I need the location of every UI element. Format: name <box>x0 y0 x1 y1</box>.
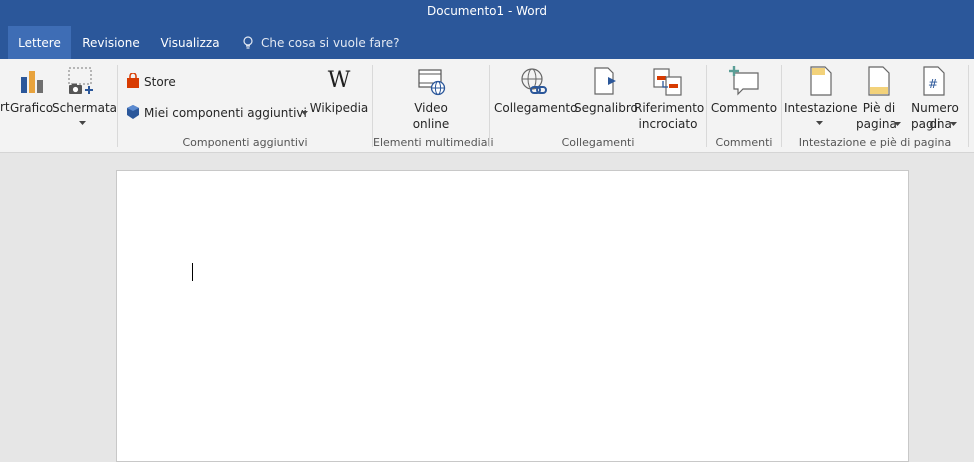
numero-di-pagina-label-2: pagina <box>911 117 952 131</box>
commento-label: Commento <box>710 101 778 115</box>
media-group-label: Elementi multimediali <box>373 136 494 149</box>
intestazione-button[interactable]: Intestazione <box>784 65 858 135</box>
riferimento-label-1: Riferimento <box>634 101 705 115</box>
group-separator <box>781 65 782 147</box>
comments-group-label: Commenti <box>715 136 773 149</box>
ribbon-tabs: Lettere Revisione Visualizza Che cosa si… <box>0 26 974 59</box>
riferimento-label-2: incrociato <box>638 117 698 131</box>
group-separator <box>372 65 373 147</box>
tab-lettere[interactable]: Lettere <box>8 26 71 59</box>
cross-reference-icon <box>653 68 682 96</box>
segnalibro-label: Segnalibro <box>574 101 638 115</box>
store-button[interactable]: Store <box>124 72 184 92</box>
lightbulb-icon <box>243 36 253 49</box>
online-video-icon <box>418 69 446 96</box>
footer-icon <box>868 66 890 96</box>
links-group-label: Collegamenti <box>561 136 635 149</box>
addins-cube-icon <box>127 105 139 119</box>
title-bar: Documento1 - Word <box>0 0 974 26</box>
bookmark-icon <box>594 67 616 95</box>
tell-me-search[interactable]: Che cosa si vuole fare? <box>242 26 400 59</box>
window-title: Documento1 - Word <box>427 4 547 18</box>
chart-icon <box>21 71 43 93</box>
svg-text:#: # <box>928 77 938 91</box>
store-label: Store <box>144 75 176 89</box>
hyperlink-icon <box>521 68 547 94</box>
screenshot-icon <box>68 67 93 94</box>
chevron-down-icon <box>79 121 86 125</box>
svg-text:W: W <box>328 68 351 90</box>
collegamento-button[interactable]: Collegamento <box>494 65 578 125</box>
schermata-button[interactable]: Schermata <box>52 65 118 135</box>
document-page[interactable] <box>116 170 909 462</box>
tell-me-placeholder: Che cosa si vuole fare? <box>261 36 400 50</box>
chevron-down-icon <box>894 122 901 126</box>
partial-command-label[interactable]: rt <box>0 100 10 114</box>
my-addins-button[interactable]: Miei componenti aggiuntivi <box>124 103 312 123</box>
my-addins-label: Miei componenti aggiuntivi <box>144 106 307 120</box>
wikipedia-button[interactable]: W Wikipedia <box>308 65 370 125</box>
intestazione-label: Intestazione <box>784 101 858 115</box>
wikipedia-icon: W <box>328 68 351 90</box>
pie-di-pagina-button[interactable]: Piè di pagina <box>854 65 904 135</box>
schermata-label: Schermata <box>52 101 118 115</box>
group-separator <box>968 65 969 147</box>
chevron-down-icon <box>816 121 823 125</box>
grafico-label: Grafico <box>10 101 54 115</box>
text-cursor <box>192 263 193 281</box>
ribbon: rt Grafico Schermata Store Miei componen… <box>0 59 974 153</box>
pie-di-pagina-label-1: Piè di <box>862 101 896 115</box>
chevron-down-icon <box>950 122 957 126</box>
group-separator <box>706 65 707 147</box>
numero-di-pagina-button[interactable]: # Numero di pagina <box>904 65 966 135</box>
group-separator <box>489 65 490 147</box>
header-icon <box>810 66 832 96</box>
video-online-label-2: online <box>412 117 450 131</box>
addins-group-label: Componenti aggiuntivi <box>182 136 308 149</box>
tab-revisione[interactable]: Revisione <box>78 26 144 59</box>
commento-button[interactable]: Commento <box>710 65 778 125</box>
wikipedia-label: Wikipedia <box>309 101 369 115</box>
grafico-button[interactable]: Grafico <box>10 65 54 135</box>
pie-di-pagina-label-2: pagina <box>856 117 897 131</box>
video-online-button[interactable]: Video online <box>400 65 462 135</box>
tab-visualizza[interactable]: Visualizza <box>156 26 224 59</box>
page-number-icon: # <box>923 66 945 96</box>
new-comment-icon <box>729 66 759 96</box>
segnalibro-button[interactable]: Segnalibro <box>574 65 638 125</box>
group-separator <box>117 65 118 147</box>
store-icon <box>127 73 139 88</box>
collegamento-label: Collegamento <box>494 101 578 115</box>
video-online-label-1: Video <box>414 101 448 115</box>
riferimento-incrociato-button[interactable]: Riferimento incrociato <box>634 65 705 135</box>
header-footer-group-label: Intestazione e piè di pagina <box>798 136 952 149</box>
chevron-down-icon <box>301 111 308 115</box>
